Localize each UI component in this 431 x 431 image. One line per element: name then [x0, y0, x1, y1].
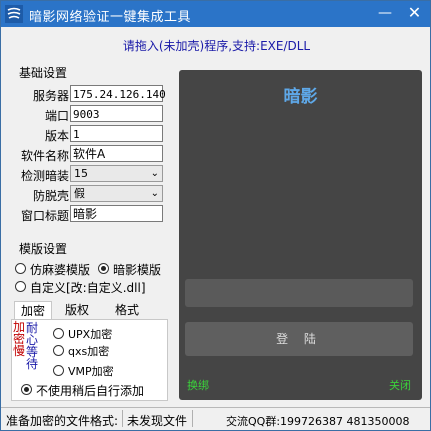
no-encrypt-radio[interactable]: [21, 384, 32, 395]
template-settings-title: 模版设置: [19, 242, 68, 256]
server-label: 服务器: [32, 89, 69, 103]
basic-settings-title: 基础设置: [19, 66, 68, 80]
close-button[interactable]: ✕: [399, 1, 430, 27]
version-label: 版本: [44, 129, 69, 143]
software-name-label: 软件名称: [20, 149, 69, 163]
drop-hint: 请拖入(未加壳)程序,支持:EXE/DLL: [122, 39, 311, 53]
status-divider: [122, 410, 123, 427]
software-name-input[interactable]: 软件A: [70, 145, 163, 162]
main-window: 暗影网络验证一键集成工具 — ✕ 请拖入(未加壳)程序,支持:EXE/DLL 基…: [0, 0, 431, 431]
anti-unpack-select[interactable]: 假 ⌄: [70, 185, 163, 202]
no-encrypt-option[interactable]: 不使用稍后自行添加: [36, 382, 144, 399]
upx-option[interactable]: UPX加密: [68, 326, 112, 342]
minimize-button[interactable]: —: [371, 1, 399, 27]
qxs-option[interactable]: qxs加密: [68, 343, 109, 359]
window-title: 暗影网络验证一键集成工具: [29, 10, 192, 25]
vmp-radio[interactable]: [53, 365, 64, 376]
window-title-label: 窗口标题: [20, 209, 69, 223]
login-preview: 暗影 登 陆 换绑 关闭: [179, 70, 422, 400]
template-option-1[interactable]: 仿麻婆模版: [30, 261, 90, 278]
template-radio-3[interactable]: [15, 281, 26, 292]
template-option-3[interactable]: 自定义[改:自定义.dll]: [30, 279, 146, 296]
tab-encrypt[interactable]: 加密: [14, 301, 52, 320]
tab-copyright[interactable]: 版权: [57, 301, 97, 319]
app-logo-icon: [5, 5, 23, 23]
status-value: 未发现文件: [127, 414, 188, 428]
template-option-2[interactable]: 暗影模版: [113, 261, 161, 278]
chevron-down-icon: ⌄: [150, 168, 159, 179]
qq-group: 交流QQ群:199726387 481350008: [226, 415, 410, 428]
title-bar[interactable]: 暗影网络验证一键集成工具 — ✕: [1, 1, 430, 27]
vmp-option[interactable]: VMP加密: [68, 363, 114, 379]
preview-unbind-link[interactable]: 换绑: [187, 377, 209, 393]
detect-label: 检测暗装: [20, 169, 69, 183]
status-label: 准备加密的文件格式:: [6, 414, 119, 428]
server-input[interactable]: 175.24.126.140: [70, 85, 166, 102]
qxs-radio[interactable]: [53, 345, 64, 356]
anti-unpack-select-value: 假: [74, 187, 85, 200]
tab-format[interactable]: 格式: [107, 301, 147, 319]
status-divider: [192, 410, 193, 427]
template-radio-2[interactable]: [98, 263, 109, 274]
preview-key-input[interactable]: [185, 279, 413, 307]
preview-login-button[interactable]: 登 陆: [185, 322, 413, 356]
upx-radio[interactable]: [53, 328, 64, 339]
window-title-input[interactable]: 暗影: [70, 205, 163, 222]
detect-select-value: 15: [74, 167, 88, 180]
status-bar: 准备加密的文件格式: 未发现文件 交流QQ群:199726387 4813500…: [1, 407, 430, 430]
preview-title: 暗影: [283, 87, 318, 107]
wait-patiently-text: 耐心等待: [26, 321, 39, 371]
chevron-down-icon: ⌄: [150, 188, 159, 199]
port-input[interactable]: 9003: [70, 105, 163, 122]
port-label: 端口: [44, 109, 69, 123]
preview-close-link[interactable]: 关闭: [389, 377, 411, 393]
anti-unpack-label: 防脱壳: [32, 189, 69, 203]
template-radio-1[interactable]: [15, 263, 26, 274]
version-input[interactable]: 1: [70, 125, 163, 142]
encrypt-warning-text: 加密慢: [13, 320, 26, 358]
detect-select[interactable]: 15 ⌄: [70, 165, 163, 182]
